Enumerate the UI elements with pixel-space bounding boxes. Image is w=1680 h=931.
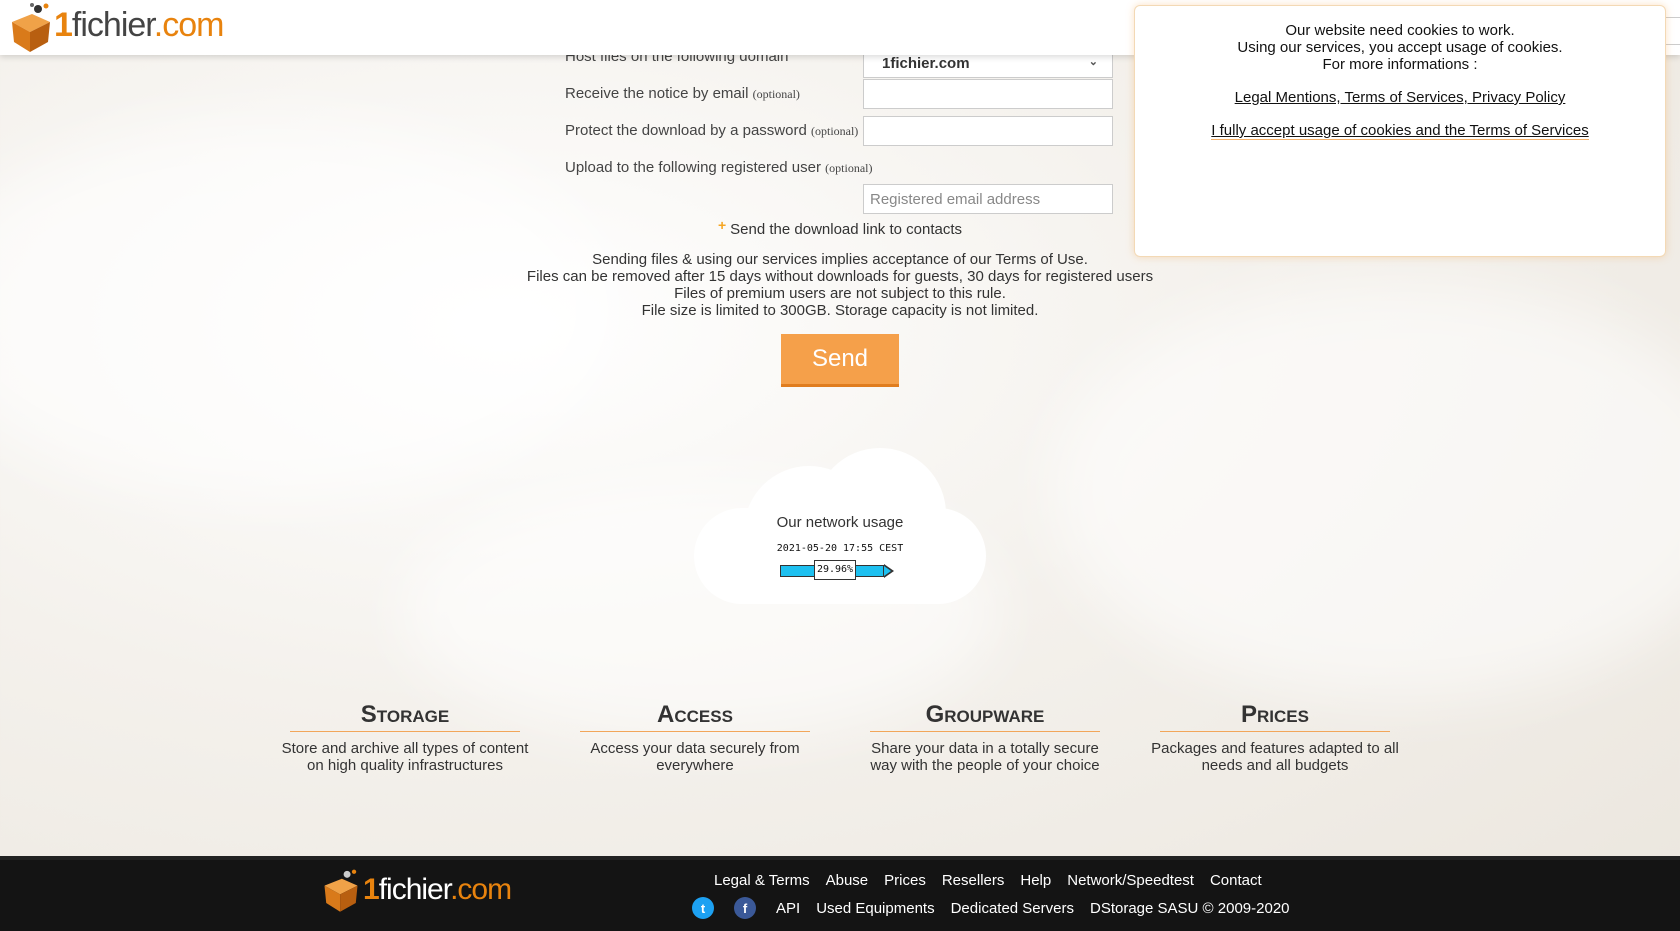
- domain-select-value: 1fichier.com: [882, 54, 970, 72]
- feature-text: Store and archive all types of content o…: [281, 740, 529, 774]
- logo-box-icon: [8, 2, 52, 52]
- add-contacts-icon: +: [717, 217, 727, 233]
- footer-link-dedicated-servers[interactable]: Dedicated Servers: [951, 900, 1074, 917]
- footer-logo-text: 1fichier.com: [363, 873, 512, 906]
- note-line: Files of premium users are not subject t…: [674, 285, 1006, 302]
- background-cloud: [1050, 280, 1680, 700]
- usage-arrow-inner: [884, 566, 891, 576]
- feature-title: Groupware: [870, 700, 1100, 732]
- footer-link-network[interactable]: Network/Speedtest: [1067, 872, 1194, 889]
- footer-links-primary: Legal & Terms Abuse Prices Resellers Hel…: [714, 872, 1262, 889]
- cookie-consent-popup: Our website need cookies to work. Using …: [1134, 5, 1666, 257]
- feature-text: Packages and features adapted to all nee…: [1151, 740, 1399, 774]
- logo-box-icon: [321, 868, 361, 912]
- network-usage-title: Our network usage: [776, 514, 904, 531]
- footer-link-help[interactable]: Help: [1020, 872, 1051, 889]
- network-usage-percent: 29.96%: [814, 560, 856, 580]
- footer-links-secondary: t f API Used Equipments Dedicated Server…: [692, 897, 1290, 919]
- logo-text: 1fichier.com: [54, 5, 224, 44]
- cookie-line: Using our services, you accept usage of …: [1237, 39, 1563, 56]
- cookie-line: For more informations :: [1322, 56, 1478, 73]
- footer: 1fichier.com Legal & Terms Abuse Prices …: [0, 856, 1680, 931]
- network-usage-cloud: Our network usage 2021-05-20 17:55 CEST …: [694, 448, 986, 604]
- registered-user-label: Upload to the following registered user …: [565, 159, 873, 176]
- email-label: Receive the notice by email (optional): [565, 85, 800, 102]
- footer-link-prices[interactable]: Prices: [884, 872, 926, 889]
- feature-title: Access: [580, 700, 810, 732]
- footer-logo[interactable]: 1fichier.com: [321, 868, 512, 912]
- facebook-icon[interactable]: f: [734, 897, 756, 919]
- feature-title: Prices: [1160, 700, 1390, 732]
- email-field[interactable]: [863, 79, 1113, 109]
- feature-title: Storage: [290, 700, 520, 732]
- network-usage-date: 2021-05-20 17:55 CEST: [776, 543, 904, 554]
- password-label: Protect the download by a password (opti…: [565, 122, 859, 139]
- feature-text: Share your data in a totally secure way …: [870, 740, 1100, 774]
- note-line: File size is limited to 300GB. Storage c…: [641, 302, 1039, 319]
- send-to-contacts-link[interactable]: + Send the download link to contacts: [565, 217, 1115, 238]
- note-line: Files can be removed after 15 days witho…: [526, 268, 1154, 285]
- email-row: Receive the notice by email (optional): [565, 79, 1115, 109]
- accept-cookies-link[interactable]: I fully accept usage of cookies and the …: [1211, 122, 1589, 140]
- registered-email-input[interactable]: [863, 184, 1113, 214]
- chevron-down-icon: ⌄: [1088, 56, 1098, 68]
- registered-user-row: Upload to the following registered user …: [565, 153, 1115, 183]
- password-row: Protect the download by a password (opti…: [565, 116, 1115, 146]
- footer-link-used-equipments[interactable]: Used Equipments: [816, 900, 934, 917]
- site-logo[interactable]: 1fichier.com: [8, 2, 224, 52]
- cookie-message: Our website need cookies to work. Using …: [1135, 22, 1665, 73]
- send-button[interactable]: Send: [781, 334, 899, 384]
- twitter-icon[interactable]: t: [692, 897, 714, 919]
- terms-notes: Sending files & using our services impli…: [440, 251, 1240, 319]
- feature-prices: Prices Packages and features adapted to …: [1150, 700, 1400, 774]
- footer-link-legal[interactable]: Legal & Terms: [714, 872, 810, 889]
- footer-link-resellers[interactable]: Resellers: [942, 872, 1005, 889]
- password-field[interactable]: [863, 116, 1113, 146]
- cookie-line: Our website need cookies to work.: [1285, 22, 1515, 39]
- footer-copyright: DStorage SASU © 2009-2020: [1090, 899, 1290, 917]
- footer-link-abuse[interactable]: Abuse: [826, 872, 869, 889]
- footer-link-api[interactable]: API: [776, 900, 800, 917]
- legal-terms-privacy-link[interactable]: Legal Mentions, Terms of Services, Priva…: [1235, 89, 1566, 106]
- feature-access: Access Access your data securely from ev…: [570, 700, 820, 774]
- feature-storage: Storage Store and archive all types of c…: [280, 700, 530, 774]
- feature-text: Access your data securely from everywher…: [590, 740, 800, 774]
- footer-link-contact[interactable]: Contact: [1210, 872, 1262, 889]
- feature-groupware: Groupware Share your data in a totally s…: [860, 700, 1110, 774]
- note-line: Sending files & using our services impli…: [592, 251, 1088, 268]
